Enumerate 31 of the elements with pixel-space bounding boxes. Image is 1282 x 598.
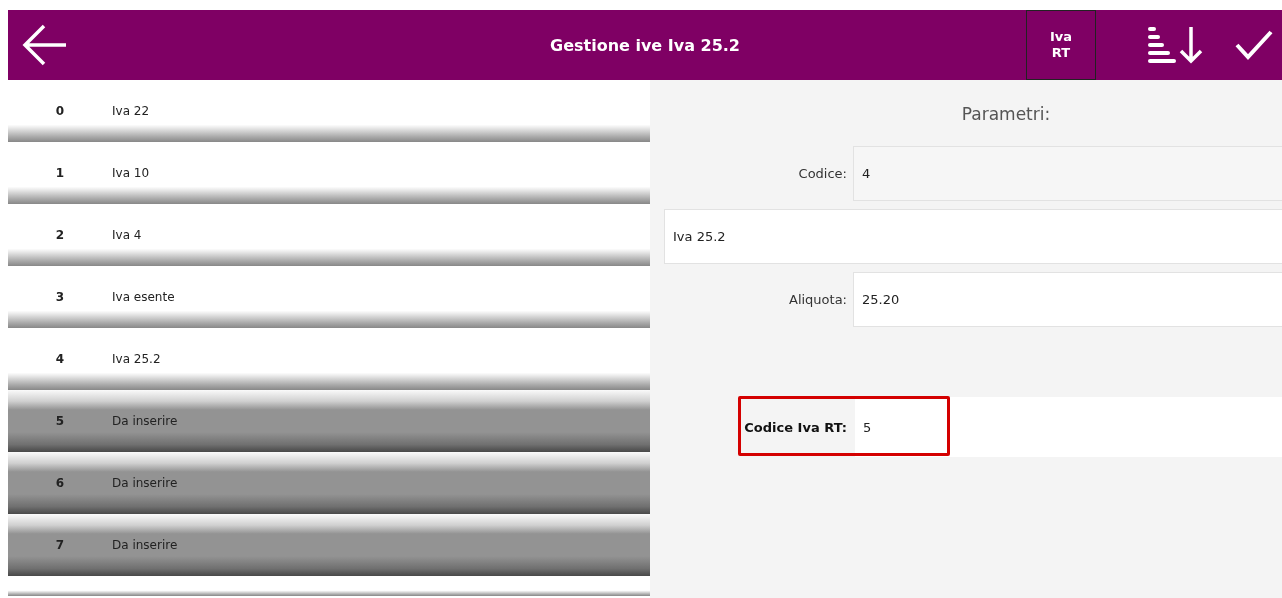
field-label: Aliquota: <box>788 292 848 307</box>
row-code: 4 <box>54 352 64 366</box>
row-name: Iva esente <box>112 290 175 304</box>
list-row[interactable]: 5 Da inserire <box>8 390 650 452</box>
row-name: Iva 25.2 <box>112 352 161 366</box>
row-code: 6 <box>54 476 64 490</box>
check-icon[interactable] <box>1234 29 1274 61</box>
row-code: 7 <box>54 538 64 552</box>
row-code: 2 <box>54 228 64 242</box>
list-row[interactable]: 7 Da inserire <box>8 514 650 576</box>
aliquota-field[interactable]: 25.20 <box>853 272 1282 327</box>
field-label: Codice: <box>797 166 848 181</box>
row-name: Iva 22 <box>112 104 150 118</box>
back-arrow-icon[interactable] <box>22 22 68 68</box>
iva-rt-button[interactable]: Iva RT <box>1026 10 1096 80</box>
row-code: 1 <box>54 166 64 180</box>
row-code: 3 <box>54 290 64 304</box>
row-name: Da inserire <box>112 538 178 552</box>
panel-title: Parametri: <box>960 103 1052 126</box>
field-label: Codice Iva RT: <box>743 419 848 435</box>
codice-field[interactable]: 4 <box>853 146 1282 201</box>
row-name: Iva 4 <box>112 228 142 242</box>
row-name: Da inserire <box>112 414 178 428</box>
screen-title: Gestione ive Iva 25.2 <box>550 35 740 55</box>
row-name: Iva 10 <box>112 166 150 180</box>
description-field[interactable]: Iva 25.2 <box>664 209 1282 264</box>
codice-iva-rt-field[interactable]: 5 <box>855 397 1282 457</box>
row-code: 5 <box>54 414 64 428</box>
row-name: Da inserire <box>112 476 178 490</box>
list-row[interactable]: 6 Da inserire <box>8 452 650 514</box>
row-code: 0 <box>54 104 64 118</box>
